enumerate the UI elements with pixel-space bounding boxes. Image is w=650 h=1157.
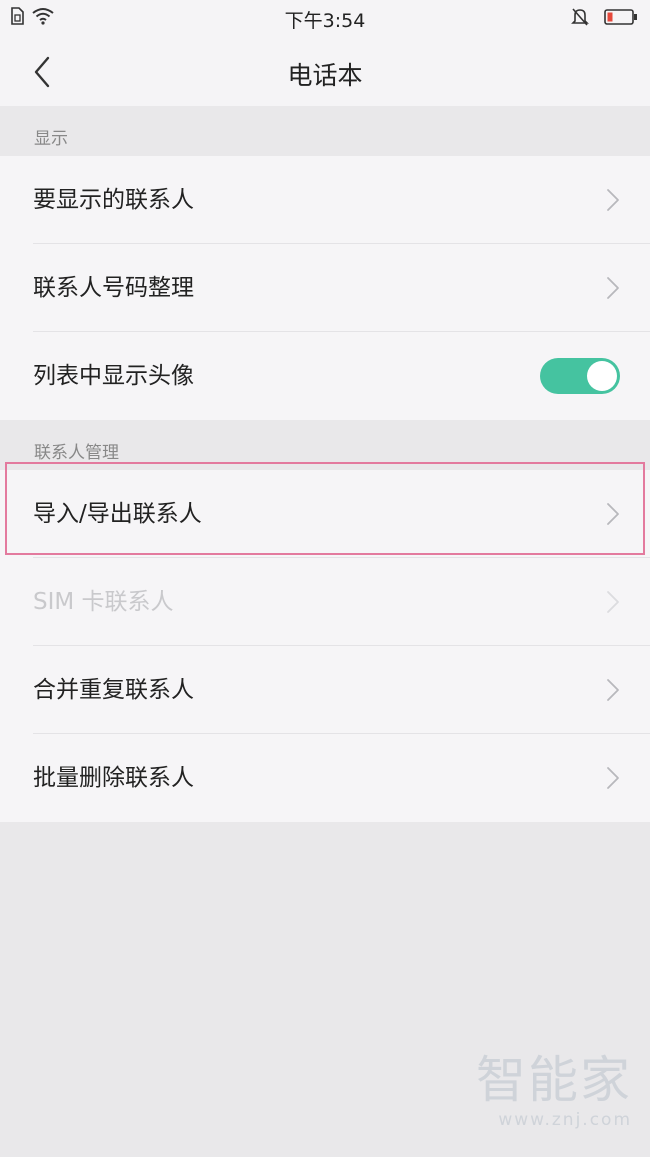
row-label: 导入/导出联系人 [33,501,202,527]
watermark-brand: 智能家 [476,1051,632,1109]
chevron-right-icon [607,767,619,789]
battery-low-icon [604,9,637,25]
row-number-organize[interactable]: 联系人号码整理 [0,244,650,332]
row-label: 联系人号码整理 [33,275,194,301]
settings-group-contact-management: 导入/导出联系人 SIM 卡联系人 合并重复联系人 批量删除联系人 [0,470,650,822]
section-header-display: 显示 [0,106,650,156]
row-label: SIM 卡联系人 [33,589,174,615]
nav-bar: 电话本 [0,36,650,106]
mute-bell-icon [571,8,589,26]
row-merge-duplicates[interactable]: 合并重复联系人 [0,646,650,734]
watermark: 智能家 www.znj.com [476,1052,632,1130]
settings-group-display: 要显示的联系人 联系人号码整理 列表中显示头像 [0,156,650,420]
section-header-label: 显示 [34,129,68,149]
chevron-right-icon [607,591,619,613]
row-batch-delete[interactable]: 批量删除联系人 [0,734,650,822]
chevron-right-icon [607,189,619,211]
row-label: 批量删除联系人 [33,765,194,791]
section-header-contact-management: 联系人管理 [0,420,650,470]
chevron-right-icon [607,277,619,299]
row-contacts-to-display[interactable]: 要显示的联系人 [0,156,650,244]
page-title: 电话本 [287,61,363,90]
watermark-url: www.znj.com [498,1110,632,1130]
row-label: 列表中显示头像 [33,363,194,389]
chevron-right-icon [607,679,619,701]
row-label: 合并重复联系人 [33,677,194,703]
row-import-export[interactable]: 导入/导出联系人 [0,470,650,558]
toggle-knob [587,361,617,391]
show-avatar-toggle[interactable] [540,358,620,394]
status-time: 下午3:54 [284,10,366,32]
status-bar: 下午3:54 [0,0,650,36]
chevron-right-icon [607,503,619,525]
row-show-avatar: 列表中显示头像 [0,332,650,420]
section-header-label: 联系人管理 [34,443,119,463]
status-right-icons [570,7,638,27]
row-label: 要显示的联系人 [33,187,194,213]
row-sim-contacts: SIM 卡联系人 [0,558,650,646]
